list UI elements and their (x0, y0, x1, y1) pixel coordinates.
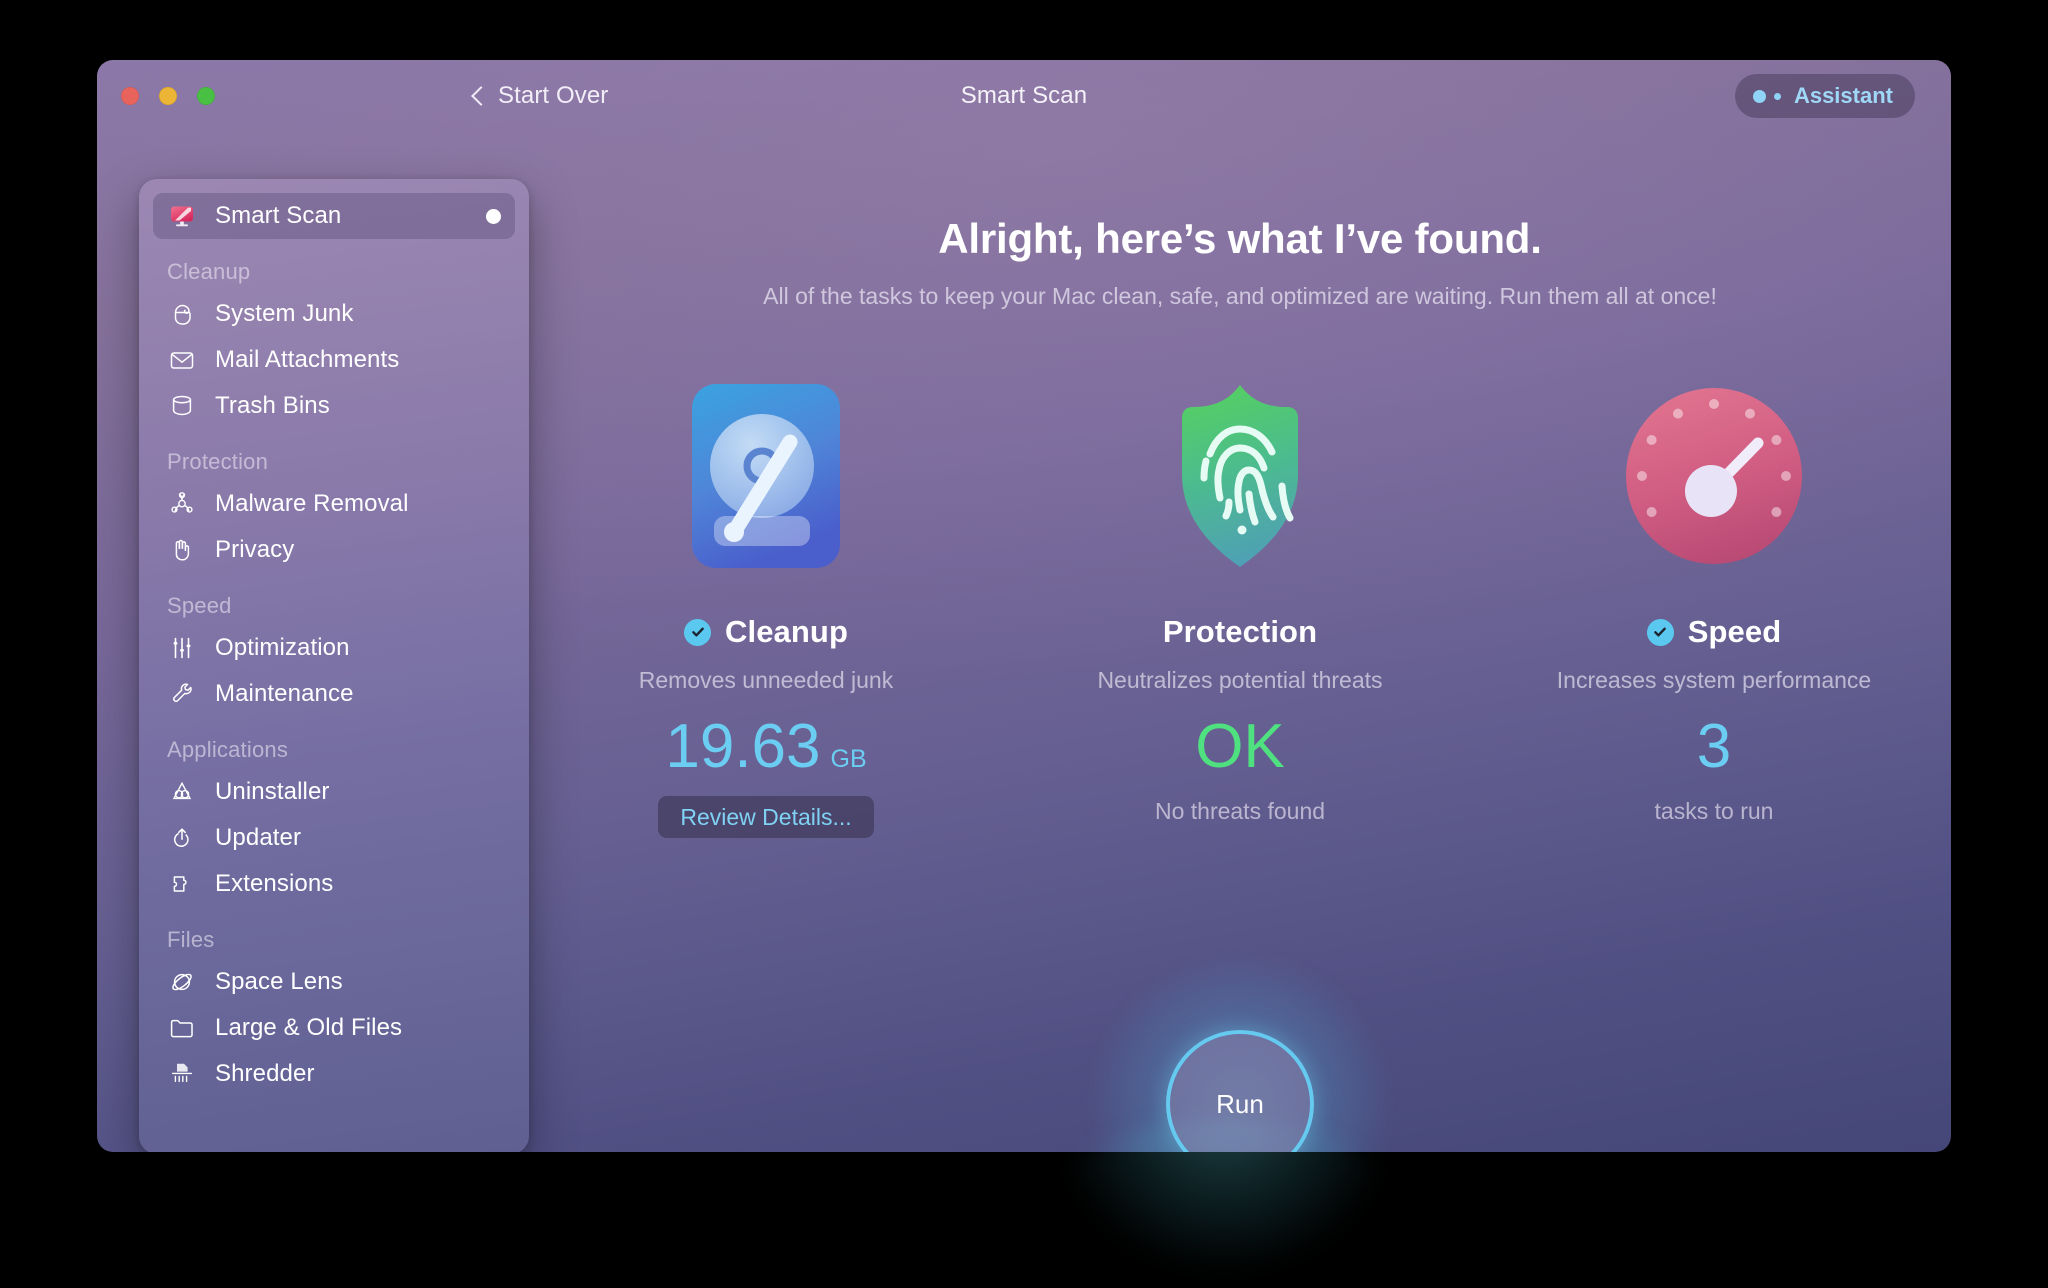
sidebar-item-shredder[interactable]: Shredder (153, 1051, 515, 1097)
shredder-icon (167, 1059, 197, 1089)
card-title-row: Cleanup (684, 614, 848, 650)
hard-drive-icon (690, 376, 842, 576)
sidebar-item-maintenance[interactable]: Maintenance (153, 671, 515, 717)
wrench-icon (167, 679, 197, 709)
sidebar-group-files: Files (167, 927, 215, 952)
puzzle-icon (167, 869, 197, 899)
card-value: 3 (1697, 716, 1731, 778)
traffic-lights (121, 87, 215, 105)
assistant-label: Assistant (1793, 83, 1893, 108)
sidebar-item-label: Updater (215, 824, 302, 851)
sidebar-item-uninstaller[interactable]: Uninstaller (153, 769, 515, 815)
title-bar: Start Over Smart Scan Assistant (97, 60, 1951, 132)
close-button[interactable] (121, 87, 139, 105)
smart-scan-icon (167, 201, 197, 231)
sidebar-item-mail-attachments[interactable]: Mail Attachments (153, 337, 515, 383)
headline: Alright, here’s what I’ve found. (938, 215, 1542, 262)
sidebar-item-trash-bins[interactable]: Trash Bins (153, 383, 515, 429)
sidebar-item-label: Privacy (215, 536, 295, 563)
card-subtitle: Removes unneeded junk (638, 667, 894, 693)
speedometer-icon (1623, 376, 1805, 576)
card-footer: tasks to run (1654, 798, 1774, 824)
result-cards: Cleanup Removes unneeded junk 19.63 GB R… (529, 376, 1951, 838)
sidebar-item-extensions[interactable]: Extensions (153, 861, 515, 907)
card-value-unit: GB (830, 745, 867, 773)
smart-scan-status-dot (486, 208, 501, 224)
sidebar: Smart Scan Cleanup System Junk Mail Atta… (139, 179, 529, 1152)
space-lens-icon (167, 967, 197, 997)
sidebar-item-label: Extensions (215, 870, 334, 897)
sliders-icon (167, 633, 197, 663)
subheadline: All of the tasks to keep your Mac clean,… (763, 283, 1717, 309)
zoom-button[interactable] (197, 87, 215, 105)
sidebar-item-label: Maintenance (215, 680, 354, 707)
sidebar-group-applications: Applications (167, 737, 289, 762)
sidebar-item-space-lens[interactable]: Space Lens (153, 959, 515, 1005)
check-badge-icon (684, 618, 711, 646)
sidebar-item-label: Space Lens (215, 968, 343, 995)
sidebar-item-label: System Junk (215, 300, 354, 327)
assistant-dot-large-icon (1752, 89, 1766, 103)
sidebar-item-label: Shredder (215, 1060, 315, 1087)
card-subtitle: Neutralizes potential threats (1097, 667, 1383, 693)
trash-bin-icon (167, 391, 197, 421)
sidebar-item-label: Optimization (215, 634, 350, 661)
card-value-number: OK (1195, 712, 1285, 781)
sidebar-item-label: Uninstaller (215, 778, 330, 805)
sidebar-item-label: Mail Attachments (215, 346, 400, 373)
card-title-row: Protection (1163, 614, 1317, 650)
card-title: Speed (1687, 614, 1782, 649)
card-speed: Speed Increases system performance 3 tas… (1477, 376, 1951, 825)
card-value-number: 19.63 (665, 712, 821, 781)
card-value: 19.63 GB (665, 716, 866, 778)
sidebar-item-large-and-old-files[interactable]: Large & Old Files (153, 1005, 515, 1051)
sidebar-group-speed: Speed (167, 593, 232, 618)
sidebar-item-label: Trash Bins (215, 392, 330, 419)
card-title: Protection (1162, 614, 1318, 649)
check-badge-icon (1646, 618, 1674, 646)
uninstaller-icon (167, 777, 197, 807)
sidebar-item-malware-removal[interactable]: Malware Removal (153, 481, 515, 527)
sidebar-item-label: Smart Scan (215, 202, 342, 229)
page-title: Smart Scan (960, 82, 1088, 109)
review-details-button[interactable]: Review Details... (658, 796, 874, 838)
shield-fingerprint-icon (1158, 376, 1322, 576)
run-button-area: Run (1085, 949, 1395, 1152)
system-junk-icon (167, 299, 197, 329)
card-subtitle: Increases system performance (1556, 667, 1872, 693)
folder-icon (167, 1013, 197, 1043)
sidebar-item-label: Large & Old Files (215, 1014, 403, 1041)
mail-icon (167, 345, 197, 375)
main-content: Alright, here’s what I’ve found. All of … (529, 132, 1951, 1152)
sidebar-item-label: Malware Removal (215, 490, 409, 517)
sidebar-item-optimization[interactable]: Optimization (153, 625, 515, 671)
card-protection: Protection Neutralizes potential threats… (1003, 376, 1477, 825)
card-value: OK (1195, 716, 1285, 778)
minimize-button[interactable] (159, 87, 177, 105)
sidebar-group-protection: Protection (167, 449, 269, 474)
card-title: Cleanup (725, 614, 848, 649)
card-footer: No threats found (1154, 798, 1326, 824)
sidebar-item-smart-scan[interactable]: Smart Scan (153, 193, 515, 239)
hand-icon (167, 535, 197, 565)
assistant-dot-small-icon (1773, 92, 1781, 100)
card-title-row: Speed (1646, 614, 1782, 650)
sidebar-group-cleanup: Cleanup (167, 259, 251, 284)
sidebar-item-privacy[interactable]: Privacy (153, 527, 515, 573)
sidebar-item-system-junk[interactable]: System Junk (153, 291, 515, 337)
screen: Start Over Smart Scan Assistant Smart Sc… (0, 0, 2048, 1288)
card-value-number: 3 (1696, 712, 1732, 781)
app-window: Start Over Smart Scan Assistant Smart Sc… (97, 60, 1951, 1152)
updater-icon (167, 823, 197, 853)
card-cleanup: Cleanup Removes unneeded junk 19.63 GB R… (529, 376, 1003, 838)
sidebar-item-updater[interactable]: Updater (153, 815, 515, 861)
biohazard-icon (167, 489, 197, 519)
assistant-button[interactable]: Assistant (1734, 74, 1915, 118)
